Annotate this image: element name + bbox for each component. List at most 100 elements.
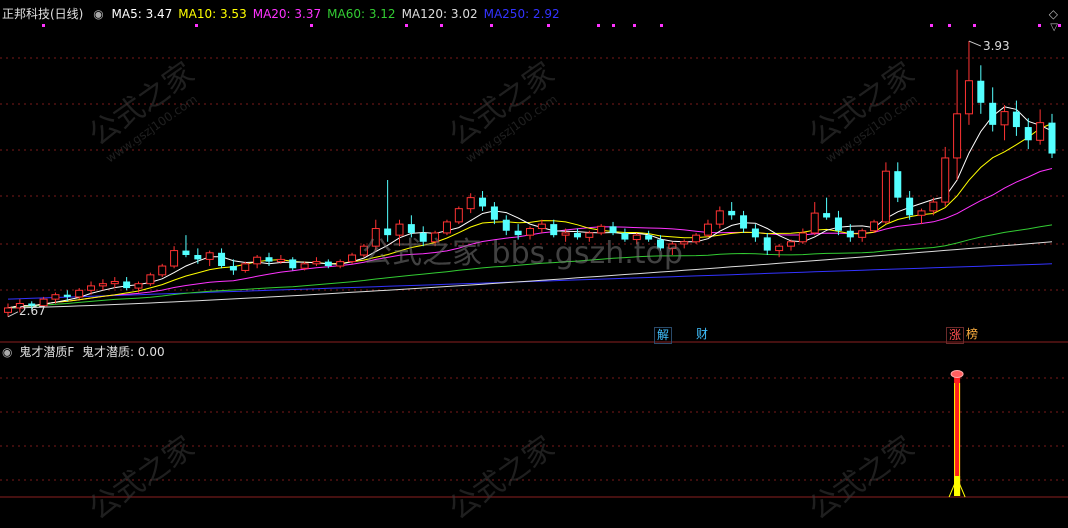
chart-header: 正邦科技(日线) ◉ MA5: 3.47 MA10: 3.53 MA20: 3.37…	[2, 6, 566, 22]
center-watermark: 公式之家 bbs.gszh.top	[362, 236, 683, 271]
candle-body	[941, 157, 950, 203]
candle-body	[989, 102, 997, 125]
candle-body	[858, 230, 867, 238]
ma-legend: MA5: 3.47 MA10: 3.53 MA20: 3.37 MA60: 3.12 M…	[112, 7, 566, 21]
candle-body	[146, 274, 155, 285]
candle-body	[479, 197, 487, 207]
signal-dot	[948, 24, 951, 27]
signal-dot	[930, 24, 933, 27]
ma-legend-item: MA5: 3.47	[111, 7, 173, 21]
candle-body	[798, 232, 807, 243]
signal-dot	[490, 24, 493, 27]
candle-body	[205, 252, 214, 260]
indicator-marker	[950, 370, 964, 378]
signal-dot	[405, 24, 408, 27]
candle-body	[336, 261, 345, 267]
candle-body	[881, 170, 890, 223]
candle-body	[134, 283, 143, 289]
badge-cai[interactable]: 财	[694, 327, 710, 342]
signal-dot	[547, 24, 550, 27]
candle-body	[763, 237, 771, 251]
signal-dot	[633, 24, 636, 27]
candle-body	[740, 215, 748, 229]
candle-body	[977, 80, 985, 103]
candle-body	[123, 281, 131, 289]
candle-body	[218, 252, 226, 267]
collapse-icon[interactable]: ◉	[93, 7, 103, 21]
candle-body	[1012, 111, 1020, 128]
ma-lines	[7, 106, 1053, 309]
candle-body	[1036, 122, 1045, 141]
candle-body	[241, 263, 250, 271]
candle-body	[253, 256, 262, 265]
candle-body	[194, 255, 202, 260]
candle-body	[276, 258, 285, 263]
candle-body	[929, 201, 938, 212]
candle-body	[1000, 111, 1009, 126]
signal-dot	[612, 24, 615, 27]
candle-body	[703, 223, 712, 236]
badge-bang[interactable]: 榜	[964, 327, 980, 342]
candle-body	[265, 257, 273, 262]
candle-body	[1048, 122, 1056, 154]
candle-body	[834, 217, 842, 231]
stock-title: 正邦科技(日线)	[2, 7, 84, 21]
signal-dot	[597, 24, 600, 27]
ma5-line	[7, 106, 1053, 309]
ma10-line	[7, 123, 1053, 309]
candle-body	[63, 294, 71, 297]
triangle-icon[interactable]: ▽	[1050, 20, 1058, 36]
signal-dot	[310, 24, 313, 27]
indicator-name: 鬼才潜质F	[19, 345, 75, 359]
badge-jie[interactable]: 解	[654, 327, 673, 344]
candle-body	[289, 259, 297, 269]
candle-body	[1024, 127, 1032, 141]
high-label-pointer	[968, 40, 982, 47]
candle-body	[110, 280, 119, 285]
candle-body	[51, 294, 60, 300]
candle-body	[870, 221, 879, 232]
signal-dot	[660, 24, 663, 27]
candle-body	[312, 261, 321, 265]
signal-dot	[1058, 24, 1061, 27]
candle-body	[751, 228, 759, 238]
candle-body	[775, 245, 784, 252]
candle-body	[728, 210, 736, 216]
signal-dot	[42, 24, 45, 27]
candle-body	[75, 289, 84, 298]
candle-body	[906, 197, 914, 216]
candle-body	[823, 213, 831, 218]
signal-dot	[1038, 24, 1041, 27]
indicator-header: ◉ 鬼才潜质F 鬼才潜质: 0.00	[2, 344, 165, 360]
candle-body	[917, 210, 926, 216]
signal-dots	[42, 24, 1061, 27]
candle-body	[170, 250, 179, 267]
candle-body	[4, 307, 12, 313]
candle-body	[300, 263, 309, 269]
candle-body	[787, 241, 795, 247]
candle-body	[846, 230, 854, 238]
candle-body	[87, 285, 96, 291]
ma-legend-item: MA250: 2.92	[483, 7, 560, 21]
candle-body	[692, 234, 701, 243]
indicator-panel	[948, 370, 966, 498]
candle-body	[466, 197, 475, 210]
ma-legend-item: MA10: 3.53	[178, 7, 247, 21]
collapse-icon[interactable]: ◉	[2, 345, 12, 359]
candle-body	[715, 210, 724, 225]
signal-dot	[195, 24, 198, 27]
candle-body	[98, 283, 107, 287]
ma-legend-item: MA60: 3.12	[327, 7, 396, 21]
badge-zhang[interactable]: 涨	[946, 327, 965, 344]
candle-body	[229, 266, 237, 271]
candle-body	[894, 171, 902, 198]
candle-body	[810, 212, 819, 234]
candle-body	[490, 206, 498, 220]
indicator-value: 0.00	[137, 345, 165, 359]
candle-body	[454, 208, 463, 223]
signal-dot	[440, 24, 443, 27]
indicator-bar-base	[954, 476, 961, 496]
candle-body	[324, 261, 332, 267]
candle-body	[348, 254, 357, 263]
indicator-label: 鬼才潜质:	[82, 345, 135, 359]
